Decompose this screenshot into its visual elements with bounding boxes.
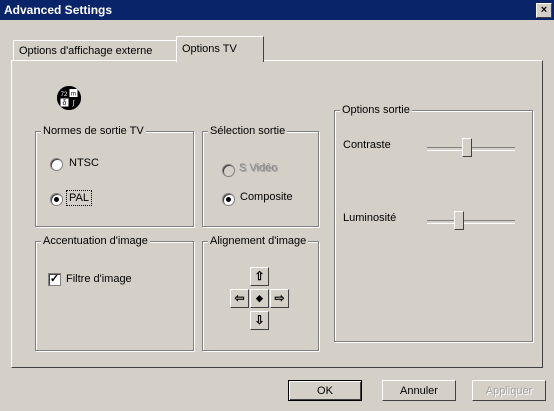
cancel-button[interactable]: Annuler xyxy=(382,380,456,401)
contraste-label: Contraste xyxy=(343,139,391,151)
radio-pal-label[interactable]: PAL xyxy=(66,190,92,206)
filtre-image-checkbox[interactable]: ✓ xyxy=(48,273,61,286)
tv-logo-q2: m xyxy=(71,92,76,98)
group-selection-sortie: Sélection sortie xyxy=(202,125,319,227)
luminosite-slider-thumb[interactable] xyxy=(454,211,465,230)
align-right-button[interactable]: ⇨ xyxy=(270,289,289,308)
group-title-selection: Sélection sortie xyxy=(208,125,288,137)
group-accentuation-image: Accentuation d'image xyxy=(35,235,194,351)
tv-logo-q3: δ xyxy=(63,100,67,107)
contraste-slider-thumb[interactable] xyxy=(462,138,473,157)
window-title: Advanced Settings xyxy=(4,3,113,17)
radio-ntsc[interactable] xyxy=(50,158,63,171)
tv-logo-graphic: 72 m δ ∫ xyxy=(57,86,81,110)
group-title-accentuation: Accentuation d'image xyxy=(41,235,150,247)
group-title-alignement: Alignement d'image xyxy=(208,235,309,247)
apply-button[interactable]: Appliquer xyxy=(472,380,546,401)
group-title-options-sortie: Options sortie xyxy=(340,104,412,116)
group-title-normes: Normes de sortie TV xyxy=(41,125,146,137)
radio-s-video[interactable] xyxy=(222,164,235,177)
radio-s-video-label[interactable]: S Vidéo xyxy=(240,163,278,175)
ok-button[interactable]: OK xyxy=(288,380,362,401)
radio-composite[interactable] xyxy=(222,193,235,206)
align-left-button[interactable]: ⇦ xyxy=(230,289,249,308)
radio-ntsc-label[interactable]: NTSC xyxy=(69,157,99,169)
tv-logo-q1: 72 xyxy=(61,92,68,98)
align-up-button[interactable]: ⇧ xyxy=(250,267,269,286)
luminosite-slider-track[interactable] xyxy=(427,220,515,224)
align-center-button[interactable]: ◆ xyxy=(250,289,269,308)
luminosite-label: Luminosité xyxy=(343,212,397,224)
title-bar: Advanced Settings × xyxy=(0,0,554,20)
tab-options-tv[interactable]: Options TV xyxy=(176,36,264,62)
align-down-button[interactable]: ⇩ xyxy=(250,311,269,330)
tab-options-affichage-externe[interactable]: Options d'affichage externe xyxy=(13,40,185,61)
radio-composite-label[interactable]: Composite xyxy=(240,191,293,203)
radio-pal[interactable] xyxy=(50,193,63,206)
tv-logo-icon: 72 m δ ∫ xyxy=(57,86,81,110)
close-button[interactable]: × xyxy=(536,3,552,18)
group-normes-sortie-tv: Normes de sortie TV xyxy=(35,125,194,227)
filtre-image-label[interactable]: Filtre d'image xyxy=(66,273,132,285)
